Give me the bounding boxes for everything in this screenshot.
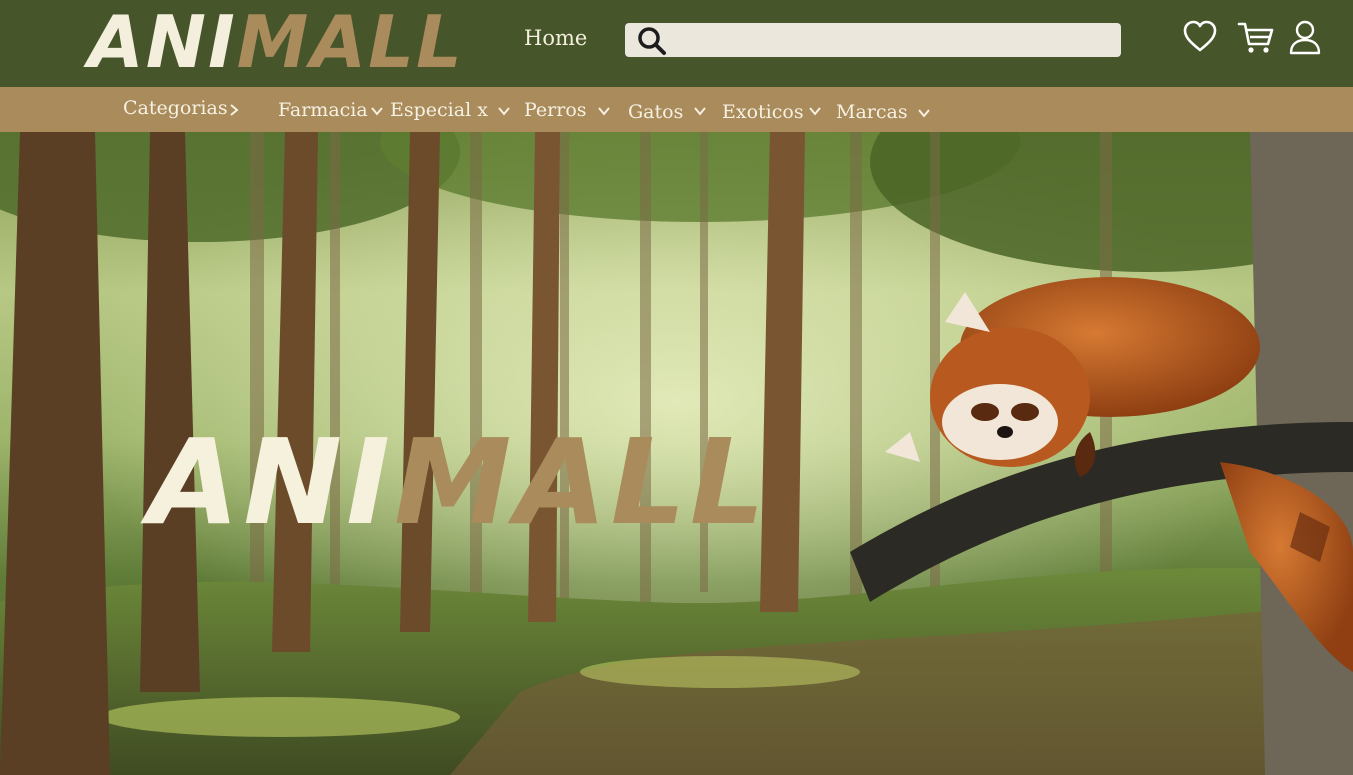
logo-part-1: ANI [88,0,237,84]
header: ANIMALL Home [0,0,1353,87]
hero-title-part-2: MALL [393,413,770,551]
home-link[interactable]: Home [524,26,587,50]
search-icon[interactable] [637,26,667,56]
heart-icon[interactable] [1182,19,1218,55]
search-input[interactable] [675,27,1109,55]
hero-title: ANIMALL [148,412,769,552]
nav-farmacia[interactable]: Farmacia [278,99,368,121]
cart-icon[interactable] [1237,19,1275,57]
nav-perros[interactable]: Perros [524,99,587,121]
chevron-down-icon[interactable] [597,106,611,116]
nav-gatos[interactable]: Gatos [628,101,683,123]
nav-categorias[interactable]: Categorias [123,97,228,119]
user-icon[interactable] [1288,19,1322,57]
chevron-down-icon[interactable] [917,108,931,118]
search-bar[interactable] [625,23,1121,57]
nav-exoticos[interactable]: Exoticos [722,101,804,123]
chevron-down-icon[interactable] [693,106,707,116]
hero-title-part-1: ANI [148,413,394,551]
nav-marcas[interactable]: Marcas [836,101,908,123]
chevron-right-icon[interactable] [229,103,239,117]
hero-banner: ANIMALL [0,132,1353,775]
nav-especial[interactable]: Especial x [390,99,488,121]
chevron-down-icon[interactable] [370,106,384,116]
category-nav: Categorias Farmacia Especial x Perros Ga… [0,87,1353,132]
logo-part-2: MALL [236,0,464,84]
chevron-down-icon[interactable] [808,106,822,116]
chevron-down-icon[interactable] [497,106,511,116]
logo[interactable]: ANIMALL [88,2,464,82]
